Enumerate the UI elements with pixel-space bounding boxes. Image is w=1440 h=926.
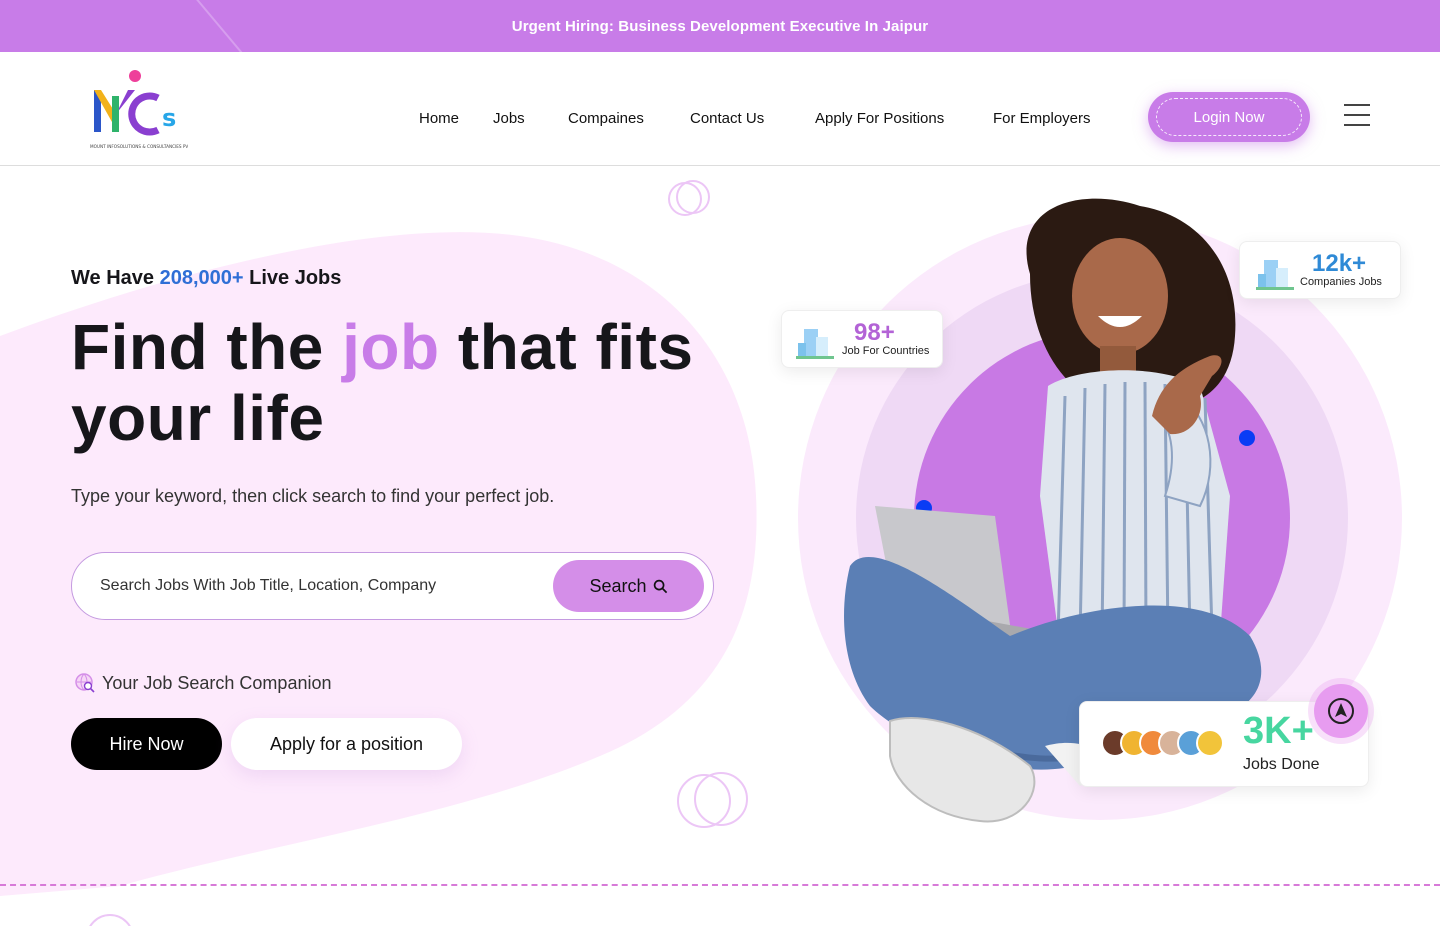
building-icon	[1256, 260, 1294, 290]
nav-jobs[interactable]: Jobs	[493, 110, 525, 127]
live-jobs-tagline: We Have 208,000+ Live Jobs	[71, 267, 341, 290]
title-highlight: job	[342, 311, 440, 383]
nav-contact-us[interactable]: Contact Us	[690, 110, 764, 127]
live-jobs-count: 208,000+	[159, 267, 244, 289]
countries-label: Job For Countries	[842, 345, 930, 357]
companion-text: Your Job Search Companion	[102, 672, 332, 693]
svg-text:s: s	[162, 104, 176, 132]
ring-decoration	[694, 772, 748, 826]
nav-apply-positions[interactable]: Apply For Positions	[815, 110, 944, 127]
tag-suffix: Live Jobs	[249, 267, 342, 289]
section-divider	[0, 884, 1440, 886]
hero-section: We Have 208,000+ Live Jobs Find the job …	[0, 166, 1440, 926]
hero-background-blob	[0, 232, 757, 896]
logo-tagline: MOUNT INFOSOLUTIONS & CONSULTANCIES PVT.…	[90, 144, 188, 149]
job-search-bar: Search	[71, 552, 714, 620]
job-search-input[interactable]	[100, 571, 540, 601]
login-button[interactable]: Login Now	[1148, 92, 1310, 142]
hire-now-button[interactable]: Hire Now	[71, 718, 222, 770]
search-button-label: Search	[589, 575, 647, 596]
site-header: s MOUNT INFOSOLUTIONS & CONSULTANCIES PV…	[0, 52, 1440, 166]
search-companion-label: Your Job Search Companion	[74, 672, 331, 694]
globe-search-icon	[75, 673, 95, 693]
announcement-text[interactable]: Urgent Hiring: Business Development Exec…	[512, 18, 928, 35]
apply-position-button[interactable]: Apply for a position	[231, 718, 462, 770]
bar-streak-decoration	[191, 0, 271, 52]
companies-stat-card: 12k+ Companies Jobs	[1239, 241, 1401, 299]
announcement-bar: Urgent Hiring: Business Development Exec…	[0, 0, 1440, 52]
nav-home[interactable]: Home	[419, 110, 459, 127]
jobs-done-value: 3K+	[1243, 710, 1314, 752]
navigation-arrow-icon	[1328, 698, 1354, 724]
ring-decoration	[86, 914, 134, 926]
hamburger-icon[interactable]	[1344, 104, 1370, 126]
nav-companies[interactable]: Compaines	[568, 110, 644, 127]
navigate-button[interactable]	[1314, 684, 1368, 738]
tag-prefix: We Have	[71, 267, 155, 289]
countries-value: 98+	[854, 319, 895, 346]
hero-subtitle: Type your keyword, then click search to …	[71, 486, 555, 506]
jobs-done-label: Jobs Done	[1243, 756, 1320, 773]
login-button-label: Login Now	[1156, 98, 1302, 136]
countries-stat-card: 98+ Job For Countries	[781, 310, 943, 368]
nav-for-employers[interactable]: For Employers	[993, 110, 1091, 127]
ring-decoration	[676, 180, 710, 214]
building-icon	[796, 329, 834, 359]
companies-label: Companies Jobs	[1300, 276, 1382, 288]
avatar	[1196, 729, 1224, 757]
search-icon	[653, 579, 667, 593]
companies-value: 12k+	[1312, 250, 1367, 277]
site-logo[interactable]: s MOUNT INFOSOLUTIONS & CONSULTANCIES PV…	[88, 68, 199, 152]
hero-title: Find the job that fits your life	[71, 312, 771, 454]
search-button[interactable]: Search	[553, 560, 704, 612]
title-part1: Find the	[71, 311, 324, 383]
